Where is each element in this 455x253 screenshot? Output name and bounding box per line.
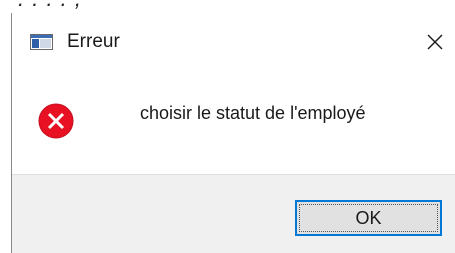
background-window-text-fragment: . . . . , (18, 0, 82, 12)
error-dialog: Erreur choisir le statut de l'employé OK (11, 13, 455, 253)
error-icon (38, 103, 74, 139)
error-message: choisir le statut de l'employé (140, 103, 366, 123)
dialog-content: choisir le statut de l'employé (12, 63, 455, 175)
app-window-icon (30, 34, 53, 50)
dialog-footer: OK (12, 174, 455, 253)
dialog-title: Erreur (67, 31, 120, 52)
screen: . . . . , Erreur (0, 0, 455, 253)
title-bar[interactable]: Erreur (12, 13, 455, 63)
ok-button[interactable]: OK (295, 200, 442, 236)
close-button[interactable] (419, 27, 451, 57)
close-icon (427, 34, 443, 50)
ok-button-label: OK (355, 207, 382, 228)
